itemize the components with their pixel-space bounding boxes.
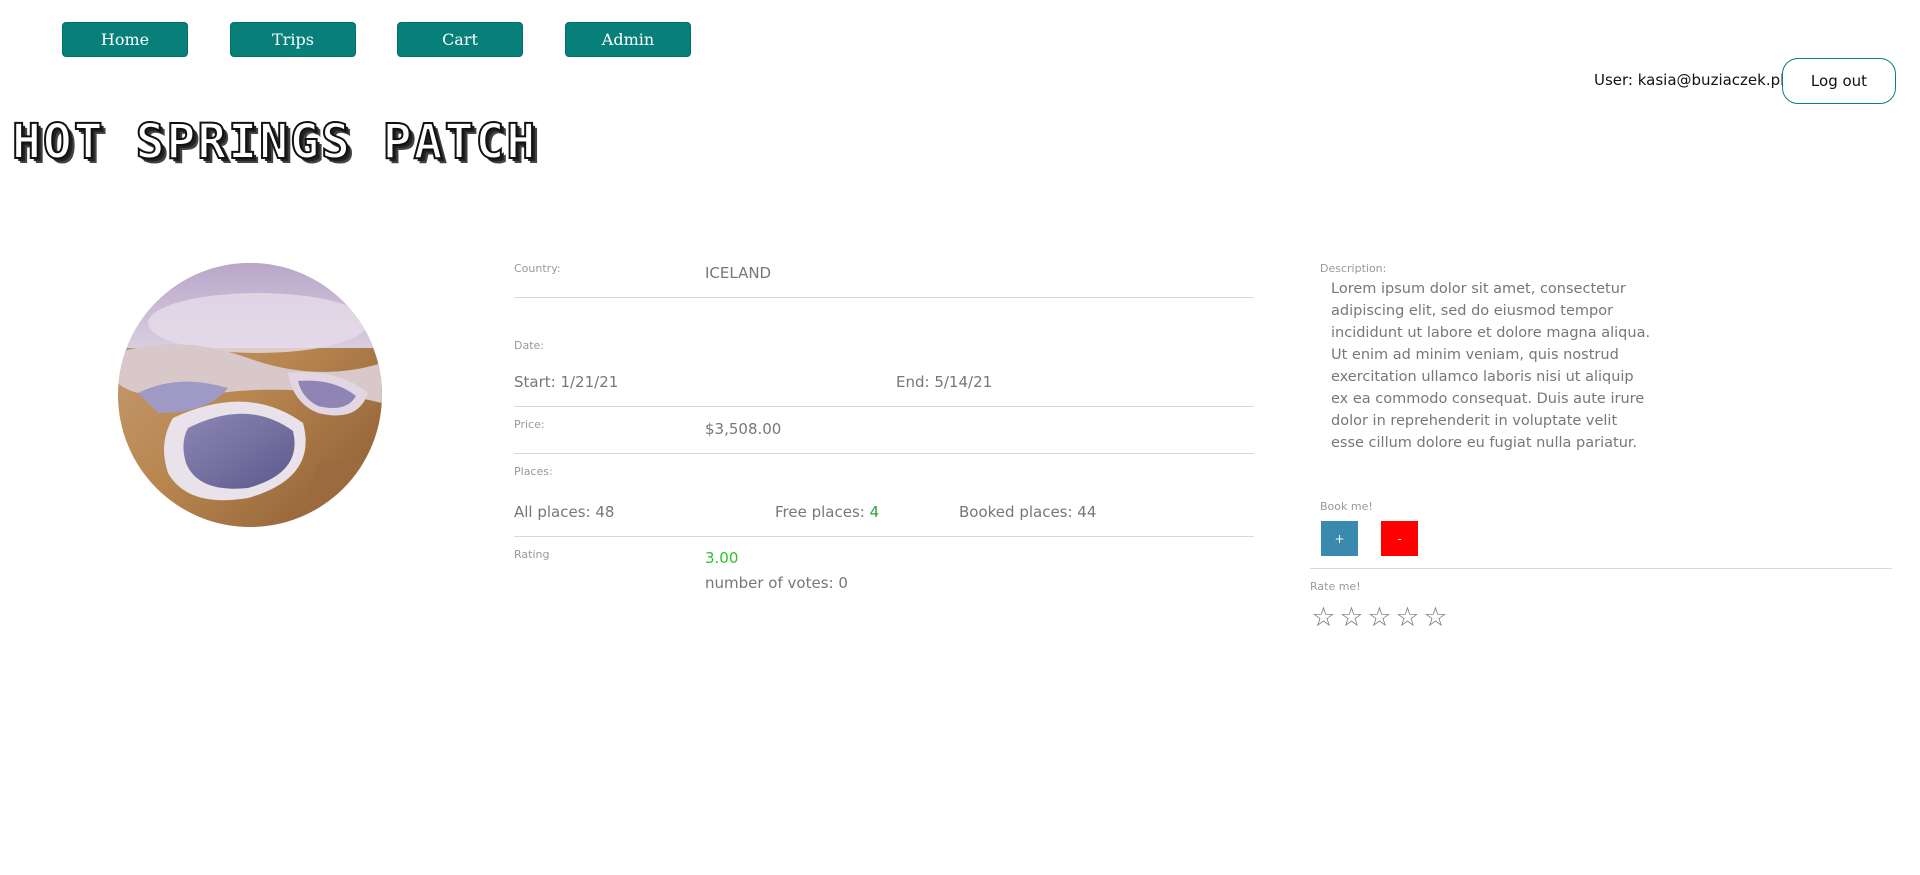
price-label: Price: <box>514 418 545 431</box>
all-places: All places: 48 <box>514 503 615 521</box>
rating-label: Rating <box>514 548 550 561</box>
free-places: Free places: 4 <box>775 503 879 521</box>
country-label: Country: <box>514 262 561 275</box>
star-2-icon[interactable]: ☆ <box>1338 604 1365 631</box>
star-4-icon[interactable]: ☆ <box>1394 604 1421 631</box>
nav-cart-button[interactable]: Cart <box>397 22 523 57</box>
rating-stars: ☆ ☆ ☆ ☆ ☆ <box>1310 604 1449 631</box>
description-label: Description: <box>1320 262 1387 275</box>
free-places-label: Free places: <box>775 503 865 521</box>
logout-button[interactable]: Log out <box>1782 58 1896 104</box>
description-text: Lorem ipsum dolor sit amet, consectetur … <box>1331 281 1651 451</box>
divider <box>514 453 1254 454</box>
star-3-icon[interactable]: ☆ <box>1366 604 1393 631</box>
country-value: ICELAND <box>705 264 772 282</box>
trip-title: HOT SPRINGS PATCH <box>11 113 538 171</box>
star-5-icon[interactable]: ☆ <box>1422 604 1449 631</box>
price-value: $3,508.00 <box>705 420 782 438</box>
divider <box>514 297 1254 298</box>
nav-trips-button[interactable]: Trips <box>230 22 356 57</box>
divider <box>1310 568 1892 569</box>
book-minus-button[interactable]: - <box>1381 521 1418 556</box>
divider <box>514 406 1254 407</box>
booked-places: Booked places: 44 <box>959 503 1097 521</box>
places-label: Places: <box>514 465 553 478</box>
end-date: End: 5/14/21 <box>896 373 993 391</box>
trip-detail-page: Home Trips Cart Admin User: kasia@buziac… <box>0 0 1920 875</box>
free-places-value: 4 <box>869 503 880 521</box>
rate-label: Rate me! <box>1310 580 1361 593</box>
rating-value: 3.00 <box>705 549 739 567</box>
nav-admin-button[interactable]: Admin <box>565 22 691 57</box>
book-label: Book me! <box>1320 500 1373 513</box>
star-1-icon[interactable]: ☆ <box>1310 604 1337 631</box>
book-plus-button[interactable]: + <box>1321 521 1358 556</box>
votes-count: number of votes: 0 <box>705 574 848 592</box>
user-email-label: User: kasia@buziaczek.pl <box>1594 71 1785 89</box>
trip-image <box>118 263 382 527</box>
nav-home-button[interactable]: Home <box>62 22 188 57</box>
divider <box>514 536 1254 537</box>
date-label: Date: <box>514 339 544 352</box>
start-date: Start: 1/21/21 <box>514 373 619 391</box>
